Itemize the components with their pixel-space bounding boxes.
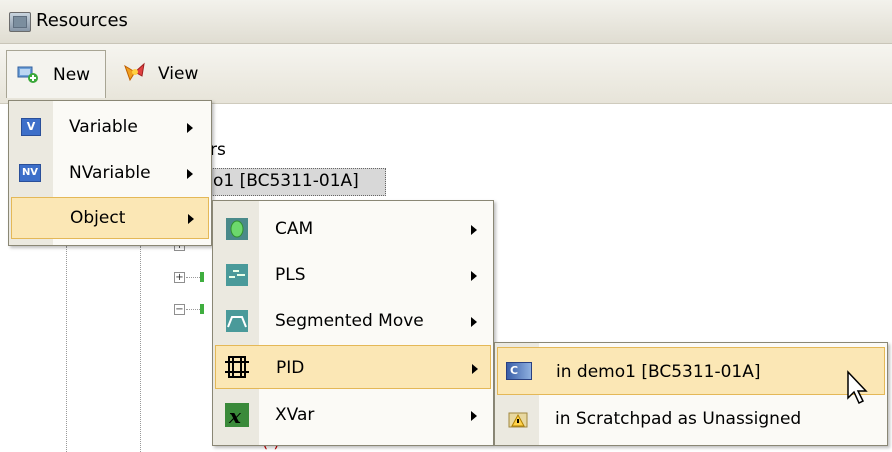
pls-icon — [226, 264, 248, 286]
submenu-arrow-icon — [472, 364, 478, 374]
menu-item-label: PLS — [275, 265, 306, 285]
mouse-cursor-icon — [847, 370, 868, 405]
menu-item-label: CAM — [275, 219, 314, 239]
menu-item-segmented-move[interactable]: Segmented Move — [215, 299, 491, 343]
submenu-arrow-icon — [471, 411, 477, 421]
menu-item-label: NVariable — [69, 163, 151, 183]
menu-item-variable[interactable]: V Variable — [11, 107, 209, 147]
menu-item-label: Object — [70, 208, 126, 228]
expand-icon[interactable]: + — [174, 272, 185, 283]
cam-icon — [226, 218, 248, 240]
submenu-arrow-icon — [187, 169, 193, 179]
resources-icon — [9, 12, 31, 32]
menu-item-label: in Scratchpad as Unassigned — [555, 409, 802, 429]
view-icon — [124, 62, 145, 82]
view-label: View — [158, 64, 199, 84]
toolbar: New View — [0, 44, 892, 104]
nvariable-icon: NV — [19, 164, 41, 182]
variable-icon: V — [21, 118, 41, 136]
menu-item-label: Variable — [69, 117, 138, 137]
menu-item-in-scratchpad[interactable]: in Scratchpad as Unassigned — [497, 397, 885, 443]
tree-node-partial: rs — [210, 140, 226, 160]
menu-item-label: XVar — [275, 405, 315, 425]
controller-icon: C — [506, 362, 532, 380]
window-title: Resources — [36, 10, 128, 31]
scratchpad-icon — [508, 412, 528, 428]
menu-item-label: PID — [276, 358, 305, 378]
menu-item-xvar[interactable]: x XVar — [215, 393, 491, 437]
title-bar: Resources — [0, 0, 892, 44]
menu-item-label: in demo1 [BC5311-01A] — [556, 362, 761, 382]
menu-item-nvariable[interactable]: NV NVariable — [11, 153, 209, 193]
submenu-arrow-icon — [187, 123, 193, 133]
xvar-icon: x — [225, 403, 249, 427]
new-label: New — [53, 65, 91, 85]
tree-node-selected[interactable]: o1 [BC5311-01A] — [206, 168, 386, 196]
submenu-arrow-icon — [471, 271, 477, 281]
status-icon — [200, 272, 204, 282]
tree-line — [66, 246, 67, 452]
menu-item-pls[interactable]: PLS — [215, 253, 491, 297]
svg-text:x: x — [228, 404, 242, 427]
submenu-arrow-icon — [188, 214, 194, 224]
view-button[interactable]: View — [118, 50, 218, 98]
menu-item-in-demo1[interactable]: C in demo1 [BC5311-01A] — [497, 347, 885, 395]
submenu-arrow-icon — [471, 225, 477, 235]
segmented-move-icon — [226, 310, 248, 332]
pid-menu: C in demo1 [BC5311-01A] in Scratchpad as… — [494, 342, 888, 446]
new-button[interactable]: New — [6, 50, 106, 98]
status-icon — [200, 304, 204, 314]
new-menu: V Variable NV NVariable Object — [8, 100, 212, 246]
tree-node-label: o1 [BC5311-01A] — [213, 171, 359, 191]
menu-item-pid[interactable]: PID — [215, 345, 491, 389]
collapse-icon[interactable]: − — [174, 304, 185, 315]
submenu-arrow-icon — [471, 317, 477, 327]
tree-line — [186, 277, 200, 278]
pid-icon — [225, 356, 249, 378]
tree-line — [186, 309, 200, 310]
object-menu: CAM PLS Segmented Move PID x XVar — [212, 200, 494, 446]
new-item-icon — [17, 66, 38, 83]
menu-item-object[interactable]: Object — [11, 197, 209, 239]
menu-item-cam[interactable]: CAM — [215, 207, 491, 251]
menu-item-label: Segmented Move — [275, 311, 424, 331]
tree-line — [140, 246, 141, 452]
